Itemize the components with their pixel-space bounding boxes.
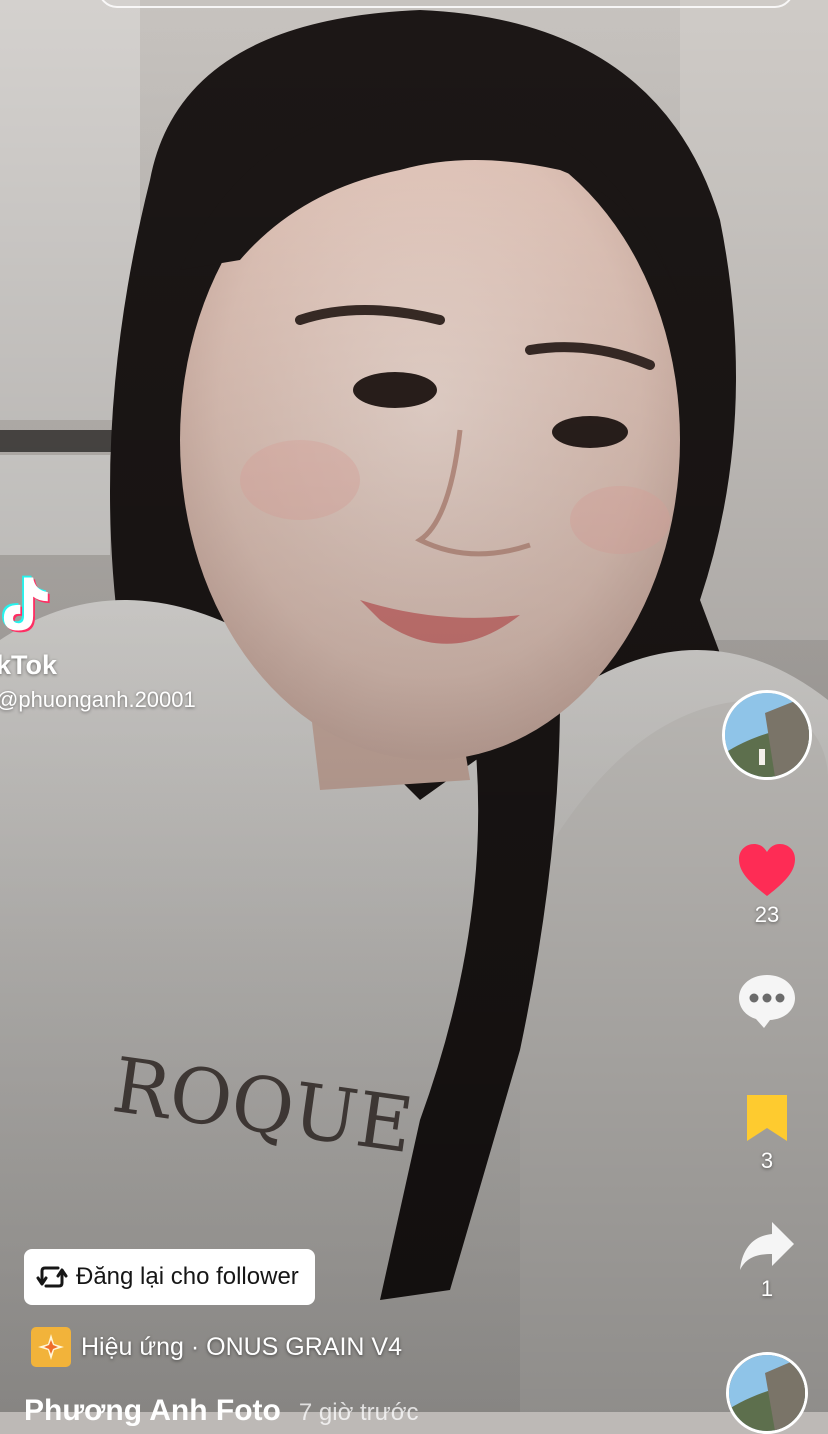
watermark-brand: kTok <box>0 650 58 680</box>
author-name[interactable]: Phương Anh Foto <box>24 1394 281 1428</box>
repost-icon <box>36 1266 68 1288</box>
heart-icon <box>739 844 795 896</box>
creator-avatar[interactable] <box>722 690 812 780</box>
like-button[interactable]: 23 <box>732 842 802 928</box>
share-button[interactable]: 1 <box>732 1220 802 1302</box>
save-count: 3 <box>760 1148 774 1173</box>
like-count: 23 <box>754 902 780 927</box>
repost-label: Đăng lại cho follower <box>76 1263 299 1290</box>
watermark-handle: @phuonganh.20001 <box>0 687 196 712</box>
effect-label: Hiệu ứng · ONUS GRAIN V4 <box>81 1332 402 1361</box>
bookmark-icon <box>747 1095 787 1141</box>
effect-link[interactable]: Hiệu ứng · ONUS GRAIN V4 <box>31 1327 402 1367</box>
sound-disc-image <box>729 1355 805 1431</box>
share-count: 1 <box>760 1276 774 1301</box>
avatar-image <box>725 693 809 777</box>
author-row[interactable]: Phương Anh Foto 7 giờ trước <box>24 1394 418 1428</box>
share-arrow-icon <box>740 1222 794 1270</box>
save-button[interactable]: 3 <box>732 1092 802 1174</box>
search-bar-outline[interactable] <box>98 0 794 8</box>
comment-icon <box>739 975 795 1028</box>
sound-disc[interactable] <box>726 1352 808 1434</box>
repost-button[interactable]: Đăng lại cho follower <box>24 1249 315 1305</box>
tiktok-logo-icon <box>2 575 50 633</box>
post-time: 7 giờ trước <box>298 1399 419 1426</box>
sparkle-effect-icon <box>31 1327 71 1367</box>
comment-button[interactable] <box>732 972 802 1034</box>
